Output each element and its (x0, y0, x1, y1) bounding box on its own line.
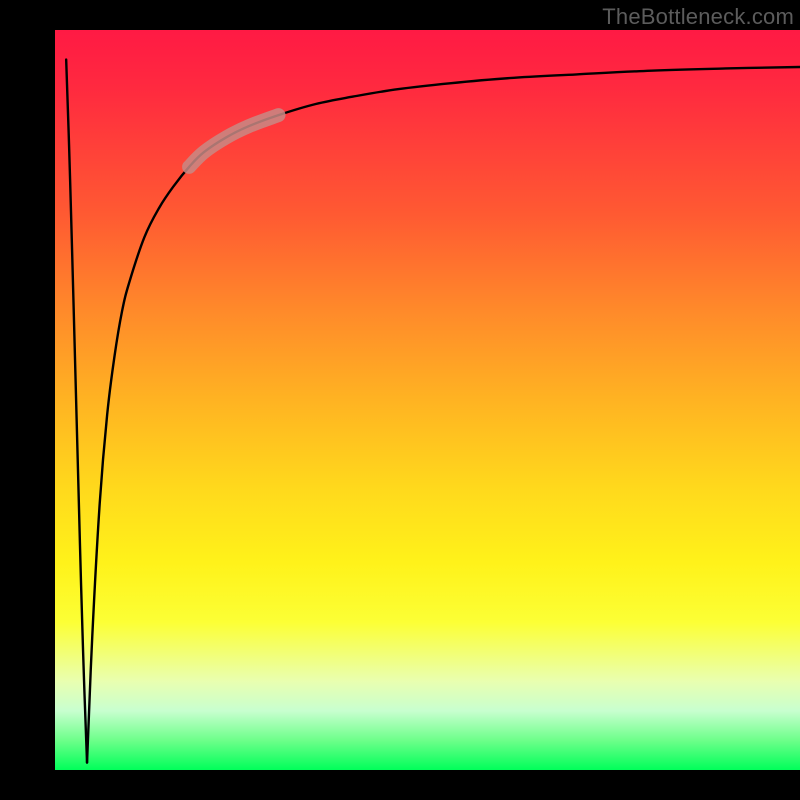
watermark-text: TheBottleneck.com (602, 4, 794, 30)
chart-frame: TheBottleneck.com (0, 0, 800, 800)
plot-gradient-background (55, 30, 800, 770)
